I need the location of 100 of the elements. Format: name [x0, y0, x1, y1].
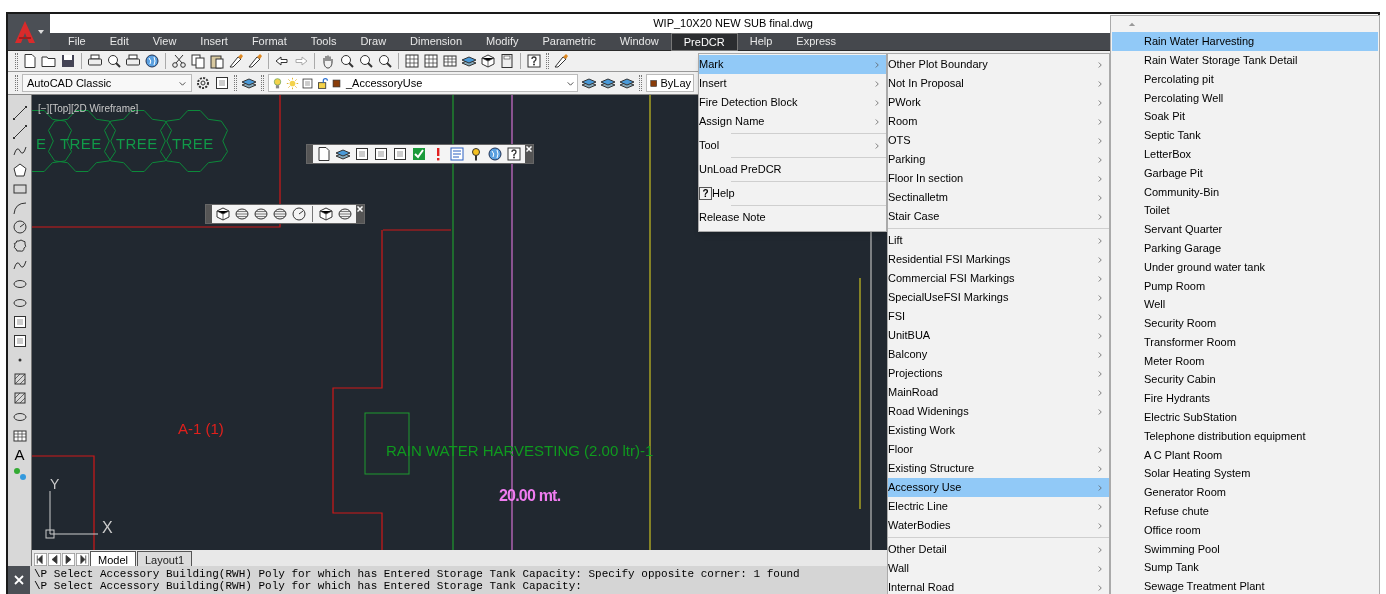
menu-item[interactable]: Insert [699, 74, 886, 93]
menu-item[interactable]: A C Plant Room [1112, 445, 1378, 465]
menu-item[interactable]: Pump Room [1112, 276, 1378, 296]
menu-item[interactable]: Mark [699, 55, 886, 74]
menu-item[interactable]: Garbage Pit [1112, 163, 1378, 183]
menu-item[interactable]: Electric Line [888, 497, 1109, 516]
globe-icon[interactable] [487, 146, 503, 162]
layout-tab[interactable]: Model [90, 551, 136, 566]
undo-icon[interactable] [274, 53, 290, 69]
tab-navigation-icon[interactable] [76, 553, 89, 566]
zoom-icon[interactable] [339, 53, 355, 69]
menu-item[interactable]: Road Widenings [888, 402, 1109, 421]
menu-item[interactable]: Release Note [699, 208, 886, 227]
menu-item[interactable]: Accessory Use [888, 478, 1109, 497]
menu-item[interactable]: Office room [1112, 520, 1378, 540]
menu-item[interactable]: Other Plot Boundary [888, 55, 1109, 74]
menu-item[interactable]: Tools [298, 32, 349, 51]
paste-icon[interactable] [209, 53, 225, 69]
menu-item[interactable]: Not In Proposal [888, 74, 1109, 93]
tab-navigation-icon[interactable] [62, 553, 75, 566]
menu-item[interactable]: Solar Heating System [1112, 464, 1378, 484]
menu-item[interactable]: MainRoad [888, 383, 1109, 402]
menu-item[interactable]: Other Detail [888, 540, 1109, 559]
close-command-line-button[interactable] [8, 566, 30, 594]
make-current-layer-icon[interactable] [581, 75, 597, 91]
save-icon[interactable] [60, 53, 76, 69]
sphere-icon[interactable] [234, 206, 250, 222]
menu-item[interactable]: Sump Tank [1112, 558, 1378, 578]
menu-item[interactable]: Window [607, 32, 671, 51]
menu-item[interactable]: Stair Case [888, 207, 1109, 226]
menu-item[interactable]: Under ground water tank [1112, 257, 1378, 277]
menu-item[interactable]: SpecialUseFSI Markings [888, 288, 1109, 307]
menu-item[interactable]: Security Cabin [1112, 370, 1378, 390]
menu-item[interactable]: Projections [888, 364, 1109, 383]
menu-item[interactable]: File [56, 32, 98, 51]
menu-item[interactable]: Internal Road [888, 578, 1109, 594]
arc-icon[interactable] [11, 200, 28, 216]
menu-item[interactable]: Room [888, 112, 1109, 131]
layer-previous-icon[interactable] [600, 75, 616, 91]
menu-item[interactable]: Soak Pit [1112, 107, 1378, 126]
menu-item[interactable]: Percolating pit [1112, 69, 1378, 89]
layer-dropdown[interactable]: _AccessoryUse [268, 74, 578, 92]
menu-item[interactable]: Swimming Pool [1112, 539, 1378, 559]
menu-item[interactable]: Residential FSI Markings [888, 250, 1109, 269]
text-tool-button[interactable]: A [14, 447, 25, 463]
toolbar-grip[interactable] [206, 205, 212, 223]
menu-item[interactable]: Rain Water Harvesting [1112, 32, 1378, 51]
toolbar-grip[interactable] [307, 145, 313, 163]
menu-item[interactable]: WaterBodies [888, 516, 1109, 535]
menu-item[interactable]: Insert [188, 32, 240, 51]
menu-item[interactable]: UnitBUA [888, 326, 1109, 345]
plot-icon[interactable] [125, 53, 141, 69]
line-icon[interactable] [11, 105, 28, 121]
layout-tab[interactable]: Layout1 [136, 551, 193, 566]
menu-item[interactable]: ? Help [699, 184, 886, 203]
menu-item[interactable]: Edit [97, 32, 141, 51]
menu-item[interactable]: Parametric [530, 32, 608, 51]
settings-icon[interactable] [195, 75, 211, 91]
menu-item[interactable]: Electric SubStation [1112, 407, 1378, 427]
menu-item[interactable]: Community-Bin [1112, 182, 1378, 202]
menu-item[interactable]: Floor [888, 440, 1109, 459]
menu-item[interactable]: Existing Work [888, 421, 1109, 440]
menu-item[interactable]: Lift [888, 231, 1109, 250]
open-folder-icon[interactable] [41, 53, 57, 69]
workspace-dropdown[interactable]: AutoCAD Classic [22, 74, 192, 92]
menu-item[interactable]: View [140, 32, 189, 51]
menu-item[interactable]: Percolating Well [1112, 88, 1378, 108]
menu-item[interactable]: Security Room [1112, 313, 1378, 333]
menu-item[interactable]: Septic Tank [1112, 126, 1378, 145]
close-icon[interactable] [356, 205, 364, 213]
menu-item[interactable]: Format [239, 32, 299, 51]
help-icon[interactable] [526, 53, 542, 69]
menu-item[interactable]: Toilet [1112, 201, 1378, 220]
menu-item[interactable]: Wall [888, 559, 1109, 578]
menu-item[interactable]: Generator Room [1112, 483, 1378, 502]
globe-icon[interactable] [144, 53, 160, 69]
menu-item[interactable]: Balcony [888, 345, 1109, 364]
layer-states-icon[interactable] [619, 75, 635, 91]
print-icon[interactable] [87, 53, 103, 69]
layers-icon[interactable] [335, 146, 351, 162]
menu-item[interactable]: Modify [474, 32, 531, 51]
table-icon[interactable] [11, 428, 28, 444]
menu-item[interactable]: Sectinalletm [888, 188, 1109, 207]
menu-item[interactable]: Telephone distribution equipment [1112, 426, 1378, 446]
tool-palette-icon[interactable] [442, 53, 458, 69]
menu-item[interactable]: UnLoad PreDCR [699, 160, 886, 179]
menu-item[interactable]: Parking Garage [1112, 238, 1378, 258]
menu-item[interactable]: Refuse chute [1112, 501, 1378, 521]
copy-icon[interactable] [190, 53, 206, 69]
menu-item[interactable]: Fire Hydrants [1112, 389, 1378, 408]
cut-icon[interactable] [171, 53, 187, 69]
menu-item[interactable]: Sewage Treatment Plant [1112, 577, 1378, 594]
menu-item[interactable]: OTS [888, 131, 1109, 150]
tab-navigation-icon[interactable] [48, 553, 61, 566]
close-icon[interactable] [525, 145, 533, 153]
pan-icon[interactable] [320, 53, 336, 69]
text-style-icon[interactable] [553, 53, 569, 69]
layer-properties-icon[interactable] [241, 75, 257, 91]
revision-cloud-icon[interactable] [11, 238, 28, 254]
menu-item[interactable]: Assign Name [699, 112, 886, 131]
